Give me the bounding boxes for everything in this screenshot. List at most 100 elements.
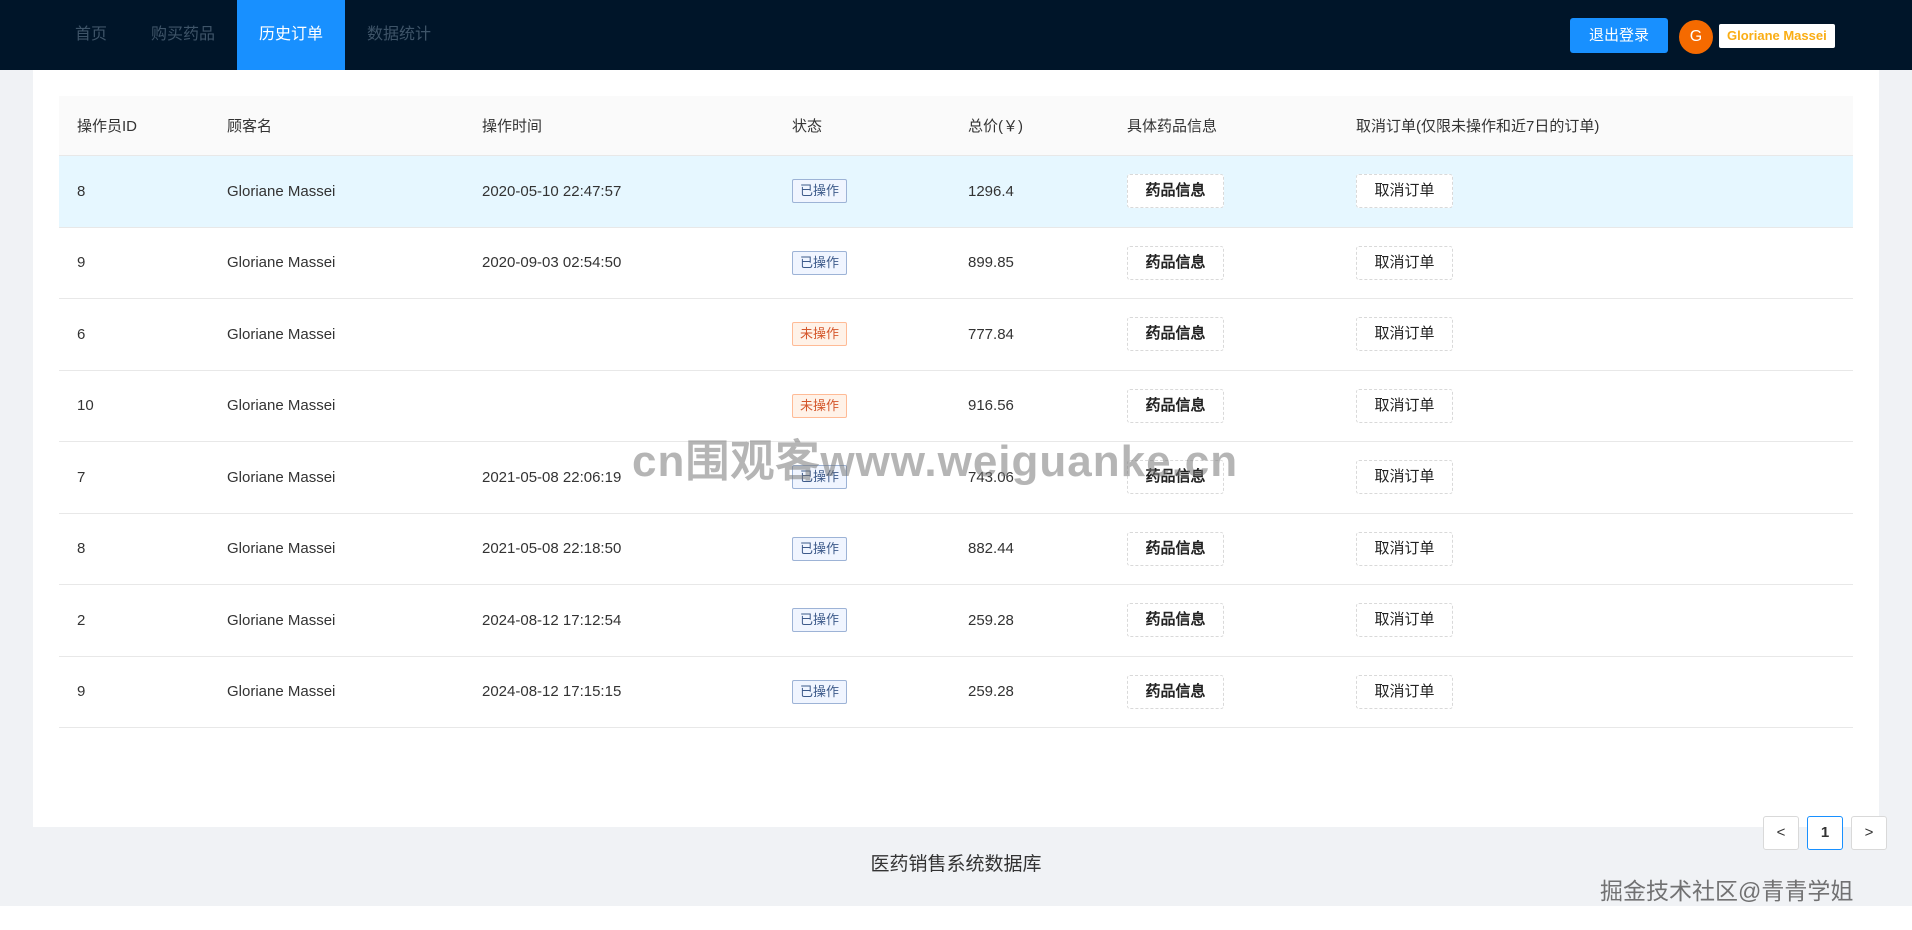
cell-total: 743.06 [968, 468, 1014, 486]
cell-medicine-info: 药品信息 [1127, 531, 1356, 566]
cell-cancel: 取消订单 [1356, 317, 1853, 352]
header-operator-id: 操作员ID [77, 118, 138, 135]
cell-status: 已操作 [792, 179, 968, 204]
cell-cancel: 取消订单 [1356, 174, 1853, 209]
user-name-badge: Gloriane Massei [1719, 24, 1835, 48]
status-badge: 已操作 [792, 465, 848, 490]
cell-status: 未操作 [792, 322, 968, 347]
table-row: 7 Gloriane Massei 2021-05-08 22:06:19 已操作 74… [59, 442, 1853, 514]
table-header: 操作员ID 顾客名 操作时间 状态 总价(￥) 具体药品信息 取消订单(仅限未操… [59, 96, 1853, 156]
header-customer: 顾客名 [227, 118, 273, 135]
footer-text: 医药销售系统数据库 [870, 854, 1042, 875]
cell-time: 2024-08-12 17:15:15 [482, 683, 622, 701]
cell-total: 899.85 [968, 254, 1014, 272]
medicine-info-button[interactable]: 药品信息 [1127, 317, 1224, 352]
avatar[interactable]: G [1679, 20, 1713, 54]
cancel-order-button[interactable]: 取消订单 [1356, 531, 1453, 566]
nav-item-order-history[interactable]: 历史订单 [237, 0, 346, 70]
cell-time: 2021-05-08 22:06:19 [482, 468, 622, 486]
cell-status: 已操作 [792, 250, 968, 275]
table-row: 9 Gloriane Massei 2024-08-12 17:15:15 已操作 25… [59, 657, 1853, 728]
cell-time: 2020-09-03 02:54:50 [482, 254, 622, 272]
medicine-info-button[interactable]: 药品信息 [1127, 460, 1224, 495]
cell-customer: Gloriane Massei [227, 540, 336, 558]
status-badge: 已操作 [792, 250, 848, 275]
main-nav: 首页 购买药品 历史订单 数据统计 [53, 0, 453, 70]
table-row: 8 Gloriane Massei 2020-05-10 22:47:57 已操作 12… [59, 156, 1853, 228]
cell-operator-id: 6 [77, 325, 86, 343]
cell-time: 2020-05-10 22:47:57 [482, 182, 622, 200]
header-total: 总价(￥) [968, 118, 1023, 135]
nav-item-buy-medicine[interactable]: 购买药品 [129, 0, 237, 70]
cell-operator-id: 2 [77, 611, 86, 629]
table-row: 2 Gloriane Massei 2024-08-12 17:12:54 已操作 25… [59, 585, 1853, 657]
medicine-info-button[interactable]: 药品信息 [1127, 674, 1224, 709]
footer-band [0, 906, 1912, 930]
cell-total: 882.44 [968, 540, 1014, 558]
cancel-order-button[interactable]: 取消订单 [1356, 317, 1453, 352]
medicine-info-button[interactable]: 药品信息 [1127, 531, 1224, 566]
header-time: 操作时间 [482, 118, 543, 135]
cell-customer: Gloriane Massei [227, 254, 336, 272]
table-row: 10 Gloriane Massei 未操作 916.56 药品信息 取消订单 [59, 371, 1853, 442]
header-cancel: 取消订单(仅限未操作和近7日的订单) [1356, 118, 1600, 135]
cell-medicine-info: 药品信息 [1127, 174, 1356, 209]
cancel-order-button[interactable]: 取消订单 [1356, 388, 1453, 423]
cell-cancel: 取消订单 [1356, 388, 1853, 423]
status-badge: 已操作 [792, 608, 848, 633]
header-status: 状态 [792, 118, 823, 135]
cell-total: 777.84 [968, 325, 1014, 343]
status-badge: 未操作 [792, 393, 848, 418]
cancel-order-button[interactable]: 取消订单 [1356, 674, 1453, 709]
nav-item-home[interactable]: 首页 [53, 0, 129, 70]
content-card: 操作员ID 顾客名 操作时间 状态 总价(￥) 具体药品信息 取消订单(仅限未操… [33, 70, 1887, 850]
top-header: 首页 购买药品 历史订单 数据统计 退出登录 G Gloriane Massei [0, 0, 1912, 70]
cell-time: 2024-08-12 17:12:54 [482, 611, 622, 629]
cell-medicine-info: 药品信息 [1127, 317, 1356, 352]
cell-cancel: 取消订单 [1356, 531, 1853, 566]
cancel-order-button[interactable]: 取消订单 [1356, 245, 1453, 280]
cell-status: 已操作 [792, 608, 968, 633]
cell-status: 已操作 [792, 536, 968, 561]
cell-medicine-info: 药品信息 [1127, 674, 1356, 709]
status-badge: 未操作 [792, 322, 848, 347]
cell-medicine-info: 药品信息 [1127, 460, 1356, 495]
cell-customer: Gloriane Massei [227, 182, 336, 200]
cancel-order-button[interactable]: 取消订单 [1356, 460, 1453, 495]
cell-total: 1296.4 [968, 182, 1014, 200]
cell-operator-id: 8 [77, 540, 86, 558]
cell-cancel: 取消订单 [1356, 603, 1853, 638]
cell-operator-id: 9 [77, 683, 86, 701]
cell-customer: Gloriane Massei [227, 325, 336, 343]
status-badge: 已操作 [792, 679, 848, 704]
cell-medicine-info: 药品信息 [1127, 388, 1356, 423]
status-badge: 已操作 [792, 536, 848, 561]
cell-medicine-info: 药品信息 [1127, 245, 1356, 280]
medicine-info-button[interactable]: 药品信息 [1127, 603, 1224, 638]
table-body: 8 Gloriane Massei 2020-05-10 22:47:57 已操作 12… [59, 156, 1853, 728]
cell-medicine-info: 药品信息 [1127, 603, 1356, 638]
cell-total: 259.28 [968, 611, 1014, 629]
cell-status: 已操作 [792, 465, 968, 490]
cell-operator-id: 10 [77, 397, 94, 415]
cell-cancel: 取消订单 [1356, 245, 1853, 280]
cell-status: 未操作 [792, 393, 968, 418]
cell-customer: Gloriane Massei [227, 611, 336, 629]
cell-operator-id: 8 [77, 182, 86, 200]
cell-customer: Gloriane Massei [227, 468, 336, 486]
cell-operator-id: 7 [77, 468, 86, 486]
cancel-order-button[interactable]: 取消订单 [1356, 603, 1453, 638]
logout-button[interactable]: 退出登录 [1570, 18, 1668, 53]
cell-cancel: 取消订单 [1356, 460, 1853, 495]
medicine-info-button[interactable]: 药品信息 [1127, 174, 1224, 209]
cell-customer: Gloriane Massei [227, 683, 336, 701]
nav-item-statistics[interactable]: 数据统计 [345, 0, 453, 70]
medicine-info-button[interactable]: 药品信息 [1127, 245, 1224, 280]
cell-total: 916.56 [968, 397, 1014, 415]
cancel-order-button[interactable]: 取消订单 [1356, 174, 1453, 209]
status-badge: 已操作 [792, 179, 848, 204]
cell-time: 2021-05-08 22:18:50 [482, 540, 622, 558]
cell-cancel: 取消订单 [1356, 674, 1853, 709]
orders-table: 操作员ID 顾客名 操作时间 状态 总价(￥) 具体药品信息 取消订单(仅限未操… [59, 96, 1853, 728]
medicine-info-button[interactable]: 药品信息 [1127, 388, 1224, 423]
